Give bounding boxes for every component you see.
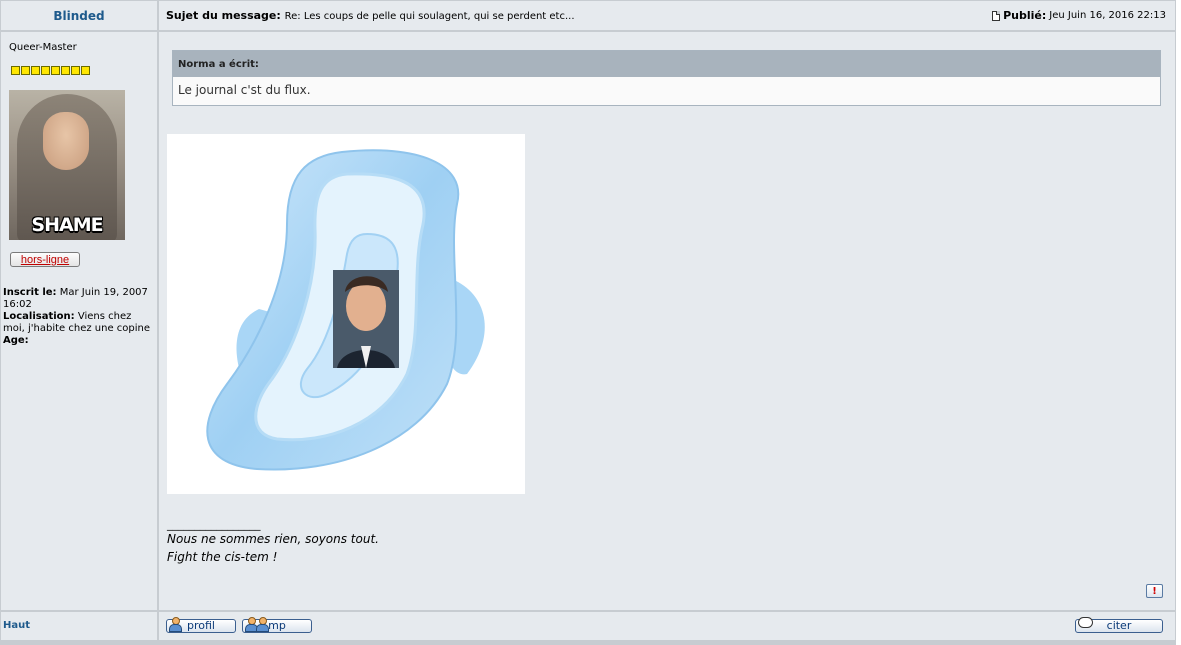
subject-line: Sujet du message: Re: Les coups de pelle… xyxy=(166,9,575,22)
post-body: Norma a écrit: Le journal c'st du flux. xyxy=(159,32,1175,610)
back-to-top-link[interactable]: Haut xyxy=(3,620,30,631)
posted-date: Jeu Juin 16, 2016 22:13 xyxy=(1049,10,1166,21)
quote-button-label: citer xyxy=(1106,619,1132,632)
avatar: SHAME xyxy=(9,90,125,240)
online-status-badge: hors-ligne xyxy=(10,252,80,267)
rank-star-icon xyxy=(11,66,20,75)
quote-button[interactable]: citer xyxy=(1075,617,1163,633)
rank-star-icon xyxy=(31,66,40,75)
user-rank: Queer-Master xyxy=(9,42,77,53)
profile-button-label: profil xyxy=(187,619,215,632)
profile-button[interactable]: profil xyxy=(166,617,236,633)
report-post-button[interactable]: ! xyxy=(1146,584,1163,598)
rank-star-icon xyxy=(21,66,30,75)
footer-actions: profil mp citer xyxy=(159,612,1175,640)
quote-block: Norma a écrit: Le journal c'st du flux. xyxy=(172,50,1161,106)
subject-label: Sujet du message: xyxy=(166,9,281,22)
pm-button-label: mp xyxy=(268,619,286,632)
avatar-caption: SHAME xyxy=(31,214,103,236)
signature-line: Nous ne sommes rien, soyons tout. xyxy=(167,532,379,546)
rank-stars xyxy=(11,66,90,75)
user-info: Inscrit le: Mar Juin 19, 2007 16:02 Loca… xyxy=(3,287,155,347)
footer-left: Haut xyxy=(1,612,157,640)
quote-header: Norma a écrit: xyxy=(173,51,1160,77)
rank-star-icon xyxy=(51,66,60,75)
author-header: Blinded xyxy=(1,1,157,30)
rank-star-icon xyxy=(71,66,80,75)
user-panel: Queer-Master SHAME hors-ligne Inscrit le… xyxy=(1,32,157,610)
post-link-icon[interactable] xyxy=(992,10,1001,21)
quote-text: Le journal c'st du flux. xyxy=(178,83,311,97)
pm-button[interactable]: mp xyxy=(242,617,312,633)
signature-line: Fight the cis-tem ! xyxy=(167,550,278,564)
age-label: Age: xyxy=(3,335,29,346)
author-name[interactable]: Blinded xyxy=(53,9,104,23)
location-label: Localisation: xyxy=(3,311,75,322)
signature: Nous ne sommes rien, soyons tout. Fight … xyxy=(167,530,379,566)
post-image xyxy=(167,134,525,494)
posted-info: Publié: Jeu Juin 16, 2016 22:13 xyxy=(992,9,1166,22)
rank-star-icon xyxy=(41,66,50,75)
registered-label: Inscrit le: xyxy=(3,287,57,298)
rank-star-icon xyxy=(81,66,90,75)
posted-label: Publié: xyxy=(1003,9,1047,22)
sanitary-pad-image xyxy=(206,149,485,471)
subject-text: Re: Les coups de pelle qui soulagent, qu… xyxy=(284,11,575,22)
post-frame: Blinded Sujet du message: Re: Les coups … xyxy=(0,0,1176,645)
rank-star-icon xyxy=(61,66,70,75)
subject-header: Sujet du message: Re: Les coups de pelle… xyxy=(159,1,1175,30)
avatar-face xyxy=(43,112,89,170)
